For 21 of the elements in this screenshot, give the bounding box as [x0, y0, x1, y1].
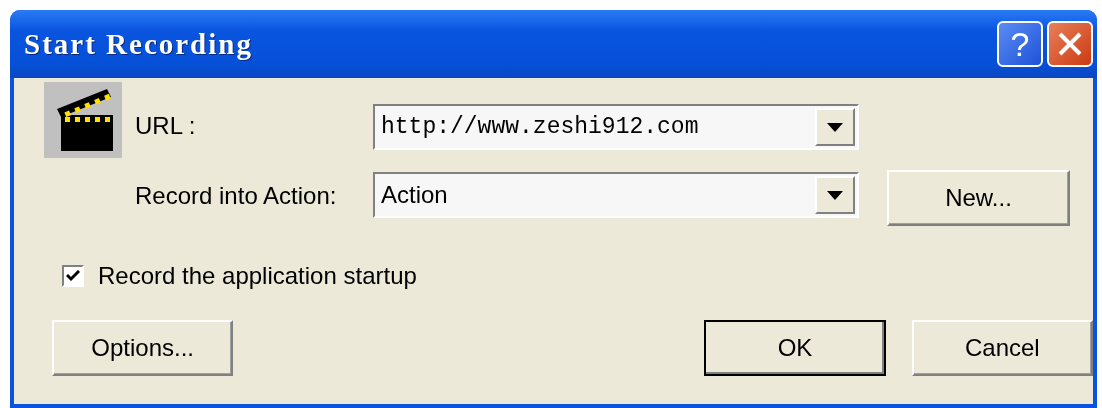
combo-box[interactable]: http://www.zeshi912.com — [373, 104, 859, 150]
close-icon — [1057, 31, 1083, 57]
combo-value: Action — [380, 181, 449, 209]
dialog-button[interactable]: Options... — [52, 320, 234, 376]
dialog-button[interactable]: Cancel — [911, 320, 1093, 376]
checkmark-icon — [66, 270, 80, 282]
combo-box[interactable]: Action — [373, 172, 859, 218]
new-button[interactable]: New... — [887, 170, 1070, 226]
field-label: Record into Action: — [135, 182, 338, 210]
field-label: URL : — [135, 112, 197, 140]
caret-icon — [827, 122, 843, 132]
checkbox-label: Record the application startup — [98, 262, 417, 290]
dialog-button[interactable]: OK — [704, 320, 886, 376]
dropdown-button[interactable] — [815, 108, 855, 146]
dropdown-button[interactable] — [815, 176, 855, 214]
help-button[interactable]: ? — [997, 21, 1043, 67]
checkbox[interactable] — [62, 265, 84, 287]
close-button[interactable] — [1047, 21, 1093, 67]
caret-icon — [827, 190, 843, 200]
combo-value: http://www.zeshi912.com — [380, 114, 700, 140]
window-title: Start Recording — [24, 27, 254, 61]
